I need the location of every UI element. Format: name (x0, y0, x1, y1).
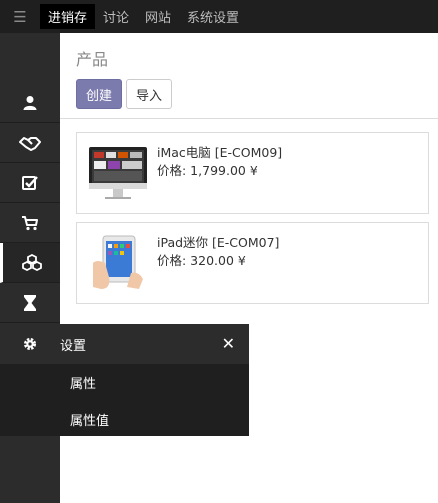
gear-icon[interactable] (0, 324, 60, 364)
import-button[interactable]: 导入 (126, 79, 172, 109)
cart-icon (22, 215, 38, 230)
cubes-icon (21, 253, 42, 271)
page-title: 产品 (76, 50, 109, 69)
product-price: 价格: 1,799.00 ¥ (157, 163, 258, 178)
product-image-imac (87, 143, 149, 203)
sidebar-user-button[interactable] (0, 83, 60, 123)
top-navbar: ☰ 进销存 讨论 网站 系统设置 (0, 0, 438, 33)
checkbox-icon (22, 175, 38, 190)
menu-item-attributes[interactable]: 属性 (70, 373, 96, 392)
sidebar-timesheet-button[interactable] (0, 283, 60, 323)
sidebar-products-button[interactable] (0, 243, 60, 283)
hamburger-menu-icon[interactable]: ☰ (0, 0, 40, 33)
control-panel: 产品 创建 导入 (60, 33, 438, 119)
sidebar-tasks-button[interactable] (0, 163, 60, 203)
menu-item-discuss[interactable]: 讨论 (95, 4, 137, 29)
user-icon (23, 95, 37, 110)
menu-item-website[interactable]: 网站 (137, 4, 179, 29)
product-name: iPad迷你 [E-COM07] (157, 235, 280, 250)
menu-item-inventory[interactable]: 进销存 (40, 4, 96, 29)
product-name: iMac电脑 [E-COM09] (157, 145, 283, 160)
create-button[interactable]: 创建 (76, 79, 122, 109)
close-icon[interactable]: ✕ (222, 336, 235, 352)
settings-dropdown: 设置 ✕ 属性 属性值 (0, 324, 249, 436)
settings-dropdown-header[interactable]: 设置 ✕ (0, 324, 249, 364)
product-card[interactable]: iMac电脑 [E-COM09] 价格: 1,799.00 ¥ (76, 132, 429, 214)
handshake-icon (19, 136, 41, 151)
product-card[interactable]: iPad迷你 [E-COM07] 价格: 320.00 ¥ (76, 222, 429, 304)
product-price: 价格: 320.00 ¥ (157, 253, 246, 268)
product-image-ipad (87, 233, 149, 293)
menu-item-attribute-values[interactable]: 属性值 (70, 410, 109, 429)
settings-dropdown-title: 设置 (60, 338, 87, 354)
menu-item-settings[interactable]: 系统设置 (179, 4, 247, 29)
sidebar-partners-button[interactable] (0, 123, 60, 163)
hourglass-icon (24, 294, 36, 311)
sidebar-sales-button[interactable] (0, 203, 60, 243)
